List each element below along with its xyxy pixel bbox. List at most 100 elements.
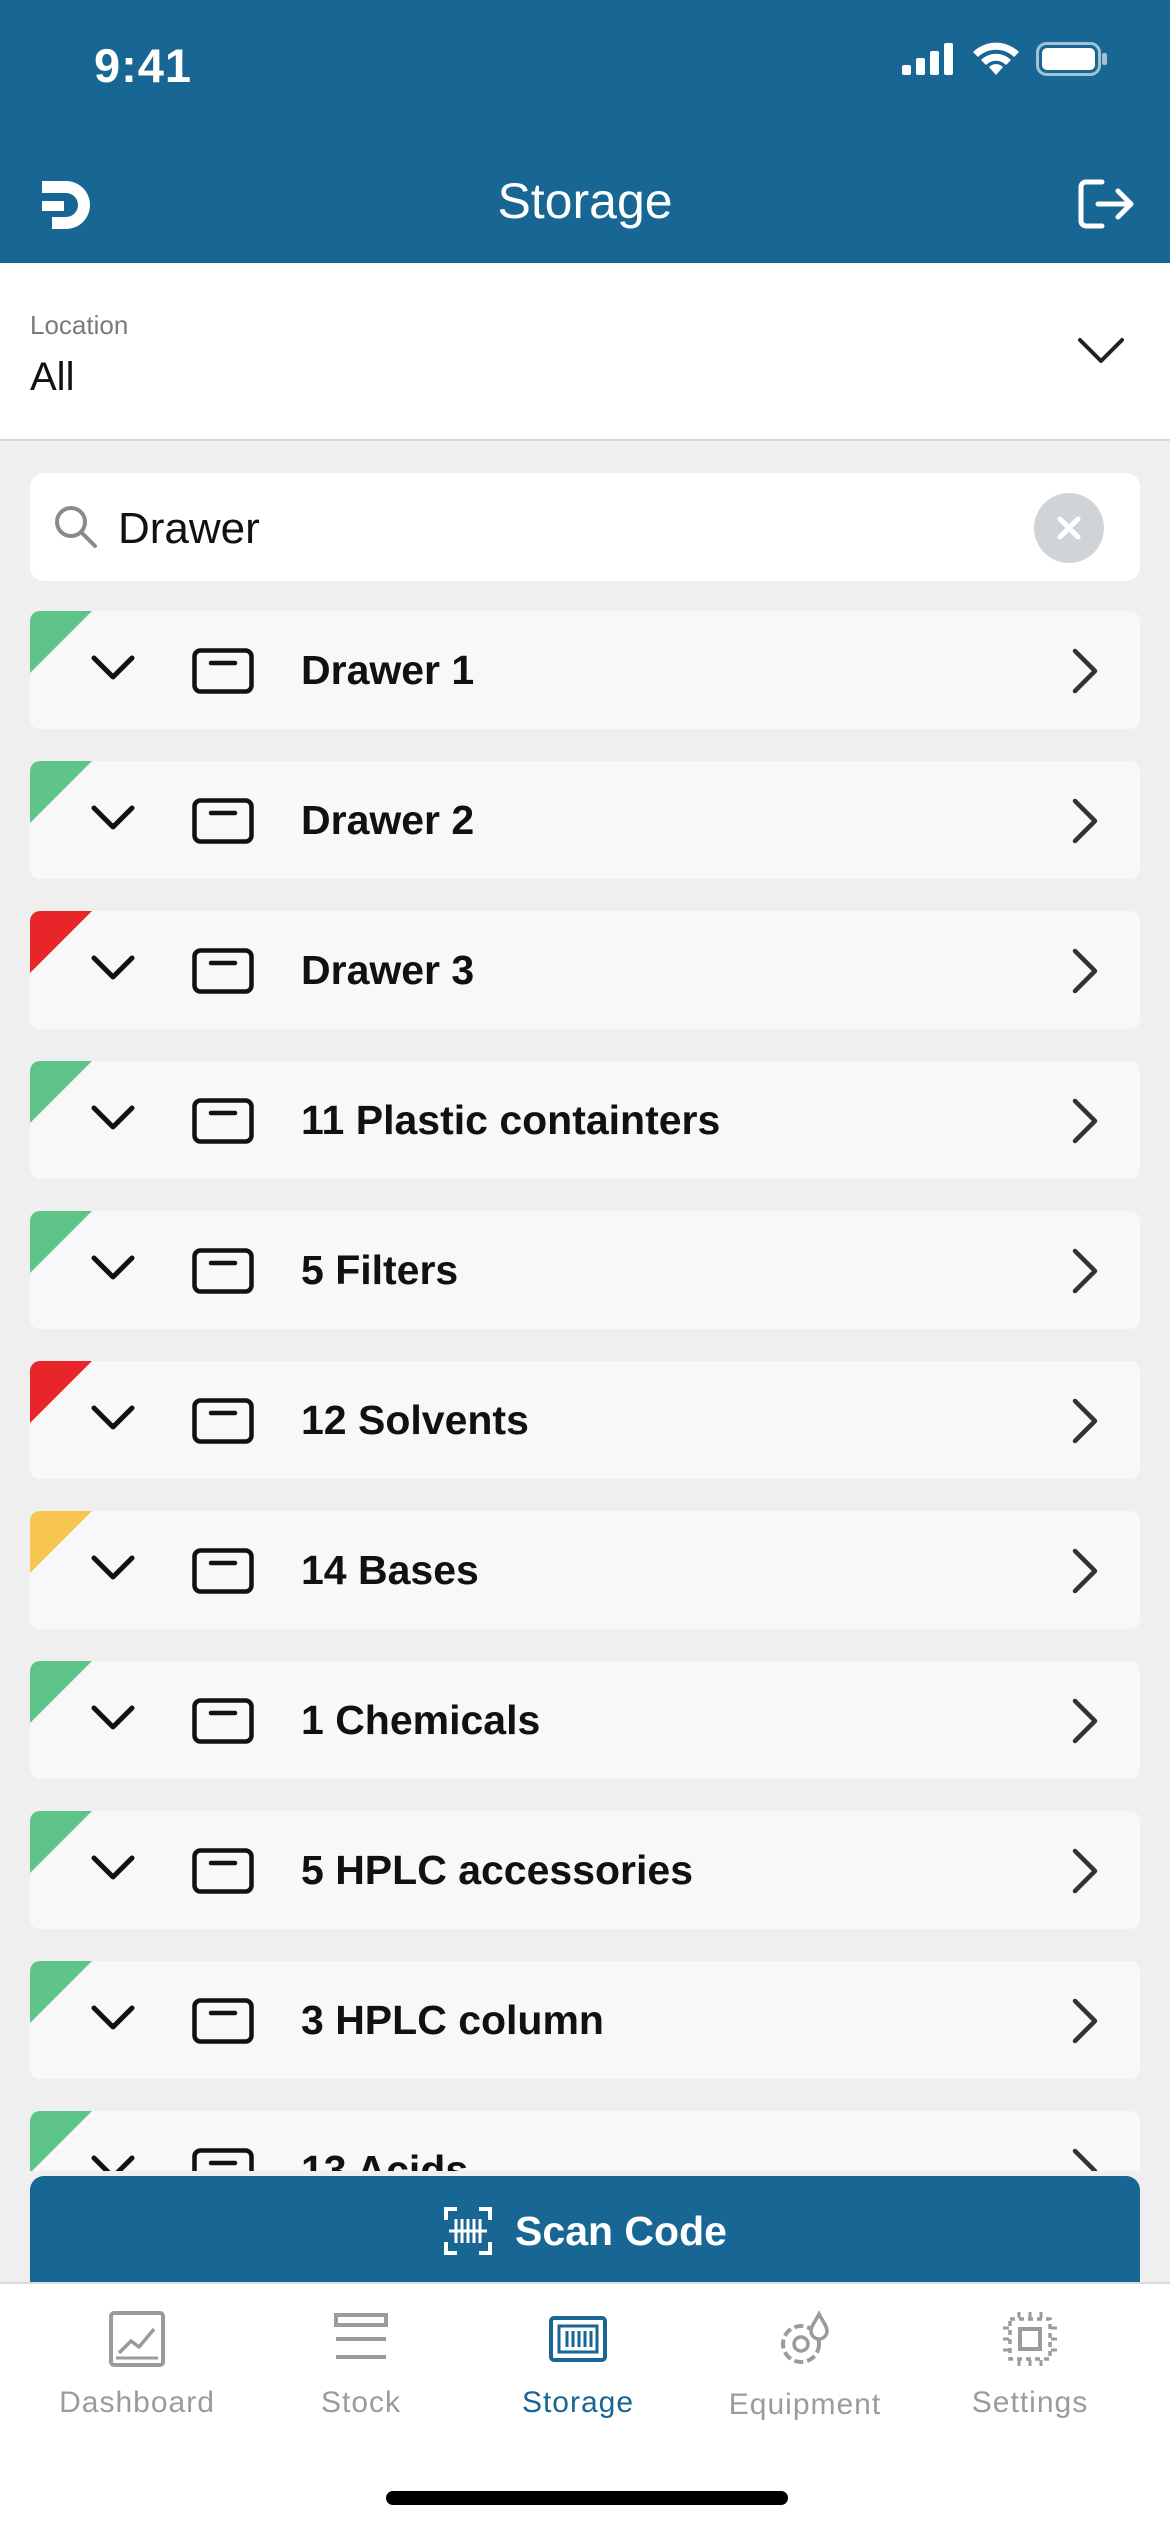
chevron-right-icon[interactable] [1070,947,1100,995]
chevron-right-icon[interactable] [1070,1397,1100,1445]
storage-list-item[interactable]: 5 HPLC accessories [30,1811,1140,1929]
chevron-down-icon[interactable] [90,2151,136,2171]
storage-item-name: 12 Solvents [301,1397,529,1443]
storage-item-name: 13 Acids [301,2147,469,2171]
drawer-icon [192,1998,254,2044]
storage-list-item[interactable]: Drawer 1 [30,611,1140,729]
storage-item-name: 11 Plastic containters [301,1097,721,1143]
storage-item-name: Drawer 1 [301,647,475,693]
close-icon [1057,516,1081,540]
page-title: Storage [497,173,673,229]
chevron-down-icon[interactable] [90,1251,136,1285]
chart-icon [109,2311,165,2367]
storage-icon [549,2316,607,2362]
chevron-down-icon [1078,338,1124,363]
scan-code-button[interactable]: Scan Code [30,2176,1140,2286]
wifi-icon [973,42,1019,75]
chevron-right-icon[interactable] [1070,647,1100,695]
logout-icon [1078,179,1134,229]
storage-item-name: Drawer 3 [301,947,475,993]
status-indicator [30,2111,92,2171]
tab-settings[interactable]: Settings [920,2310,1140,2420]
chevron-right-icon[interactable] [1070,1247,1100,1295]
chevron-down-icon[interactable] [90,651,136,685]
chevron-right-icon[interactable] [1070,797,1100,845]
chevron-down-icon[interactable] [90,1701,136,1735]
barcode-scan-icon [444,2207,493,2255]
list-icon [334,2313,388,2359]
storage-item-name: 14 Bases [301,1547,479,1593]
top-app-bar: 9:41 Storage [0,0,1170,263]
drawer-icon [192,1098,254,1144]
clear-search-button[interactable] [1034,493,1104,563]
storage-item-name: 5 Filters [301,1247,459,1293]
chevron-right-icon[interactable] [1070,1547,1100,1595]
tab-label: Dashboard [59,2386,215,2419]
tab-storage[interactable]: Storage [468,2310,688,2420]
storage-list-item[interactable]: 12 Solvents [30,1361,1140,1479]
storage-list: Drawer 1 Drawer 2 Drawer 3 11 Plastic conta… [30,611,1140,2171]
logout-button[interactable] [1078,178,1136,235]
status-indicator [30,1661,92,1723]
chevron-down-icon[interactable] [90,1101,136,1135]
status-icons [902,42,1108,76]
home-indicator [386,2491,788,2505]
search-input[interactable]: Drawer [118,504,260,554]
status-indicator [30,1361,92,1423]
scan-code-label: Scan Code [515,2207,727,2254]
drawer-icon [192,798,254,844]
storage-list-item[interactable]: 14 Bases [30,1511,1140,1629]
location-value: All [30,355,75,399]
tab-stock[interactable]: Stock [251,2310,471,2420]
chevron-right-icon[interactable] [1070,1997,1100,2045]
storage-item-name: 3 HPLC column [301,1997,604,2043]
tab-label: Storage [521,2386,635,2419]
location-label: Location [30,310,129,340]
status-indicator [30,611,92,673]
drawer-icon [192,648,254,694]
storage-list-item[interactable]: 5 Filters [30,1211,1140,1329]
tab-label: Stock [320,2386,402,2419]
drawer-icon [192,1698,254,1744]
chevron-right-icon[interactable] [1070,2147,1100,2171]
chevron-down-icon[interactable] [90,1551,136,1585]
search-field[interactable]: Drawer [30,473,1140,581]
search-icon [55,506,97,548]
chevron-right-icon[interactable] [1070,1847,1100,1895]
tab-dashboard[interactable]: Dashboard [27,2310,247,2420]
status-indicator [30,1211,92,1273]
drawer-icon [192,1398,254,1444]
signal-icon [902,43,953,75]
tab-label: Equipment [728,2388,882,2421]
tab-equipment[interactable]: Equipment [695,2310,915,2422]
settings-icon [1003,2312,1057,2366]
battery-icon [1036,42,1107,76]
storage-list-item[interactable]: 13 Acids [30,2111,1140,2171]
drawer-icon [192,1848,254,1894]
storage-list-item[interactable]: 3 HPLC column [30,1961,1140,2079]
storage-list-item[interactable]: Drawer 3 [30,911,1140,1029]
status-indicator [30,911,92,973]
chevron-right-icon[interactable] [1070,1697,1100,1745]
status-indicator [30,1061,92,1123]
location-dropdown[interactable]: Location All [0,263,1170,441]
status-indicator [30,1511,92,1573]
drawer-icon [192,2148,254,2171]
storage-list-item[interactable]: 11 Plastic containters [30,1061,1140,1179]
storage-item-name: 5 HPLC accessories [301,1847,694,1893]
storage-list-item[interactable]: Drawer 2 [30,761,1140,879]
chevron-down-icon[interactable] [90,2001,136,2035]
storage-item-name: Drawer 2 [301,797,475,843]
drawer-icon [192,1548,254,1594]
equipment-icon [781,2310,829,2364]
drawer-icon [192,948,254,994]
chevron-down-icon[interactable] [90,1401,136,1435]
drawer-icon [192,1248,254,1294]
chevron-right-icon[interactable] [1070,1097,1100,1145]
status-time: 9:41 [94,39,193,92]
storage-list-item[interactable]: 1 Chemicals [30,1661,1140,1779]
chevron-down-icon[interactable] [90,951,136,985]
tab-label: Settings [971,2386,1089,2419]
chevron-down-icon[interactable] [90,1851,136,1885]
chevron-down-icon[interactable] [90,801,136,835]
